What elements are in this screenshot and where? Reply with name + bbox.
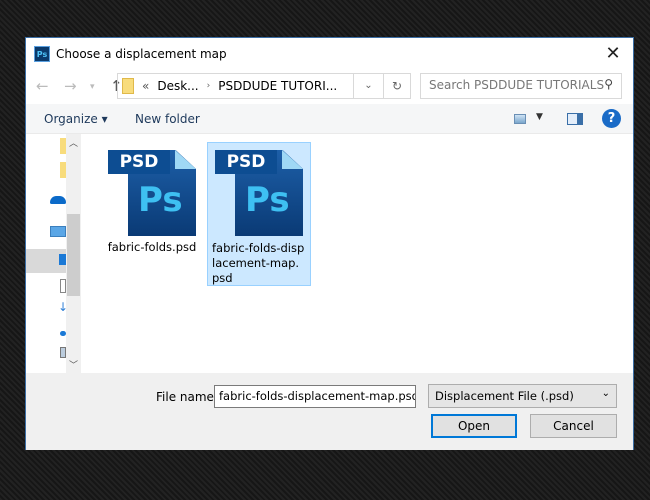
folder-icon bbox=[122, 78, 134, 94]
file-name: fabric-folds-displacement-map.psd bbox=[212, 241, 305, 285]
breadcrumb-current[interactable]: PSDDUDE TUTORI... bbox=[218, 79, 337, 93]
open-button[interactable]: Open bbox=[431, 414, 517, 438]
ps-logo: Ps bbox=[245, 180, 290, 220]
onedrive-icon[interactable] bbox=[50, 196, 66, 204]
breadcrumb-desktop[interactable]: Desk... bbox=[157, 79, 198, 93]
search-placeholder: Search PSDDUDE TUTORIALS bbox=[429, 78, 605, 92]
file-item[interactable]: PSD Ps fabric-folds.psd bbox=[100, 142, 204, 286]
file-type-value: Displacement File (.psd) bbox=[435, 389, 574, 403]
close-button[interactable]: ✕ bbox=[601, 42, 625, 66]
file-dialog: Ps Choose a displacement map ✕ ← → ▾ ↑ «… bbox=[25, 37, 634, 450]
psd-file-icon: PSD Ps bbox=[215, 147, 303, 239]
this-pc-icon[interactable] bbox=[50, 226, 66, 237]
psd-badge: PSD bbox=[108, 150, 170, 174]
address-bar[interactable]: « Desk... › PSDDUDE TUTORI... bbox=[117, 73, 354, 99]
navigation-pane: ↓ bbox=[26, 134, 68, 373]
search-input[interactable]: Search PSDDUDE TUTORIALS ⚲ bbox=[420, 73, 622, 99]
forward-arrow-icon[interactable]: → bbox=[64, 77, 77, 95]
file-name-label: File name: bbox=[156, 390, 218, 404]
help-icon[interactable]: ? bbox=[602, 109, 621, 128]
psd-file-icon: PSD Ps bbox=[108, 146, 196, 238]
scroll-up-icon[interactable]: ︿ bbox=[66, 136, 81, 149]
recent-chevron-icon[interactable]: ▾ bbox=[90, 82, 95, 92]
scrollbar-thumb[interactable] bbox=[67, 214, 80, 296]
breadcrumb-overflow[interactable]: « bbox=[142, 79, 149, 93]
back-arrow-icon[interactable]: ← bbox=[36, 77, 49, 95]
address-dropdown-icon[interactable]: ⌄ bbox=[354, 73, 384, 99]
preview-pane-icon[interactable] bbox=[567, 113, 583, 125]
breadcrumb-chevron-icon: › bbox=[206, 81, 211, 91]
dialog-title: Choose a displacement map bbox=[56, 47, 227, 61]
new-folder-button[interactable]: New folder bbox=[135, 112, 200, 126]
refresh-icon[interactable]: ↻ bbox=[384, 73, 411, 99]
file-name-input[interactable]: fabric-folds-displacement-map.psd bbox=[214, 385, 416, 408]
photoshop-app-icon: Ps bbox=[34, 46, 50, 62]
view-icon[interactable] bbox=[514, 114, 526, 124]
ps-logo: Ps bbox=[138, 180, 183, 220]
title-bar: Ps Choose a displacement map ✕ bbox=[26, 38, 633, 72]
nav-item-selected[interactable] bbox=[26, 249, 66, 273]
file-type-select[interactable]: Displacement File (.psd) ⌄ bbox=[428, 384, 617, 408]
file-item-selected[interactable]: PSD Ps fabric-folds-displacement-map.psd bbox=[207, 142, 311, 286]
organize-button[interactable]: Organize ▾ bbox=[44, 112, 108, 126]
search-icon: ⚲ bbox=[604, 77, 613, 91]
cancel-button[interactable]: Cancel bbox=[530, 414, 617, 438]
psd-badge: PSD bbox=[215, 150, 277, 174]
view-dropdown-icon[interactable]: ▼ bbox=[536, 112, 543, 122]
scroll-down-icon[interactable]: ﹀ bbox=[66, 358, 81, 371]
toolbar: Organize ▾ New folder ▼ ? bbox=[26, 104, 633, 134]
chevron-down-icon: ⌄ bbox=[601, 388, 610, 399]
bottom-panel: File name: fabric-folds-displacement-map… bbox=[26, 373, 633, 450]
file-name: fabric-folds.psd bbox=[107, 240, 197, 254]
